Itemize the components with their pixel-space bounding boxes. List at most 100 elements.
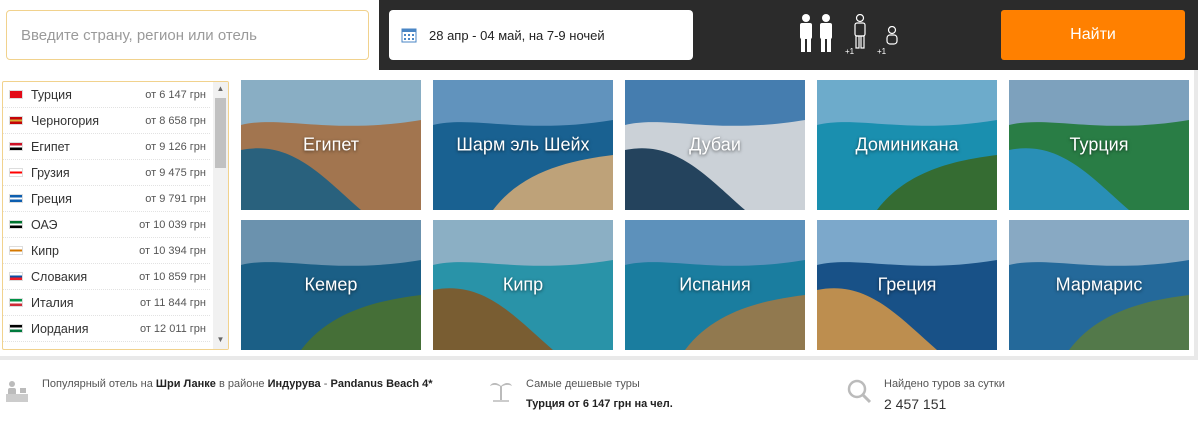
country-name: Черногория [31, 113, 100, 128]
infant-icon [886, 26, 898, 45]
country-item[interactable]: Греция от 9 791 грн [3, 186, 210, 212]
child-selector[interactable]: +1 [845, 14, 873, 56]
country-name: Греция [31, 191, 72, 206]
flag-icon [9, 220, 23, 229]
country-price: от 6 147 грн [145, 88, 206, 101]
country-item[interactable]: Турция от 6 147 грн [3, 82, 210, 108]
country-rows: Турция от 6 147 грн Черногория от 8 658 грн… [3, 82, 228, 350]
popular-hotel-text: Популярный отель на Шри Ланке в районе И… [42, 376, 433, 404]
found-tours-block: Найдено туров за сутки 2 457 151 [846, 368, 1005, 412]
country-name: Болгария [31, 348, 85, 350]
country-name: Турция [31, 87, 72, 102]
search-icon [847, 379, 872, 404]
adult-icon[interactable] [799, 14, 813, 54]
country-name: Иордания [31, 321, 89, 336]
country-price: от 10 859 грн [139, 270, 206, 283]
country-item[interactable]: Египет от 9 126 грн [3, 134, 210, 160]
country-item[interactable]: Черногория от 8 658 грн [3, 108, 210, 134]
destination-tile[interactable]: Египет [241, 80, 421, 210]
country-price: от 8 658 грн [145, 114, 206, 127]
adult-icon[interactable] [819, 14, 833, 54]
palm-tree-icon [490, 382, 512, 402]
flag-icon [9, 168, 23, 177]
country-item[interactable]: Болгария от 12 187 грн [3, 342, 210, 350]
flag-icon [9, 246, 23, 255]
country-item[interactable]: Грузия от 9 475 грн [3, 160, 210, 186]
destination-label: Шарм эль Шейх [456, 134, 590, 155]
infant-plus-label: +1 [877, 47, 887, 56]
country-price: от 9 475 грн [145, 166, 206, 179]
popular-hotel-link[interactable]: Pandanus Beach 4* [330, 378, 432, 390]
popular-region-link[interactable]: Индурува [268, 378, 321, 390]
destination-label: Кемер [304, 274, 358, 295]
popular-hotel-block: Популярный отель на Шри Ланке в районе И… [4, 368, 433, 404]
search-input[interactable] [21, 26, 354, 44]
destination-label: Турция [1069, 134, 1129, 155]
popular-mid: в районе [218, 378, 265, 390]
country-price: от 10 394 грн [139, 244, 206, 257]
country-item[interactable]: Италия от 11 844 грн [3, 290, 210, 316]
flag-icon [9, 116, 23, 125]
popular-dash: - [323, 378, 328, 390]
destination-tile[interactable]: Дубаи [625, 80, 805, 210]
flag-icon [9, 142, 23, 151]
country-list[interactable]: Турция от 6 147 грн Черногория от 8 658 грн… [2, 81, 229, 350]
destination-tile[interactable]: Испания [625, 220, 805, 350]
destination-tile[interactable]: Доминикана [817, 80, 997, 210]
country-price: от 11 844 грн [139, 296, 206, 309]
cheapest-title: Самые дешевые туры [526, 378, 640, 390]
destination-tile[interactable]: Мармарис [1009, 220, 1189, 350]
country-item[interactable]: Кипр от 10 394 грн [3, 238, 210, 264]
country-name: Италия [31, 295, 74, 310]
child-plus-label: +1 [845, 47, 855, 56]
destination-tile[interactable]: Турция [1009, 80, 1189, 210]
found-title: Найдено туров за сутки [884, 378, 1005, 390]
search-bar: 28 апр - 04 май, на 7-9 ночей +1 [0, 0, 1198, 70]
destination-label: Мармарис [1055, 274, 1143, 295]
country-item[interactable]: ОАЭ от 10 039 грн [3, 212, 210, 238]
country-price: от 9 126 грн [145, 140, 206, 153]
scroll-thumb[interactable] [215, 98, 226, 168]
date-range-text: 28 апр - 04 май, на 7-9 ночей [429, 27, 605, 43]
country-name: Кипр [31, 243, 59, 258]
destination-tile[interactable]: Кемер [241, 220, 421, 350]
destination-label: Дубаи [689, 134, 741, 155]
flag-icon [9, 298, 23, 307]
popular-prefix: Популярный отель на [42, 378, 153, 390]
search-panel: 28 апр - 04 май, на 7-9 ночей +1 +1 Найт… [379, 0, 1198, 70]
country-item[interactable]: Иордания от 12 011 грн [3, 316, 210, 342]
flag-icon [9, 324, 23, 333]
flag-icon [9, 90, 23, 99]
tourists-selector[interactable]: +1 +1 [799, 14, 901, 56]
scroll-down-arrow-icon[interactable]: ▼ [213, 333, 228, 347]
calendar-icon [401, 28, 417, 43]
find-button[interactable]: Найти [1001, 10, 1185, 60]
popular-country-link[interactable]: Шри Ланке [156, 378, 216, 390]
country-price: от 9 791 грн [145, 192, 206, 205]
destination-label: Греция [877, 274, 937, 295]
scroll-up-arrow-icon[interactable]: ▲ [213, 82, 228, 96]
date-picker[interactable]: 28 апр - 04 май, на 7-9 ночей [389, 10, 693, 60]
infant-selector[interactable]: +1 [877, 14, 901, 56]
found-value: 2 457 151 [884, 396, 947, 412]
destination-tile[interactable]: Кипр [433, 220, 613, 350]
cheapest-value[interactable]: Турция от 6 147 грн на чел. [526, 398, 673, 410]
flag-icon [9, 272, 23, 281]
search-field[interactable] [6, 10, 369, 60]
cheapest-tours-block: Самые дешевые туры Турция от 6 147 грн н… [488, 368, 673, 412]
info-footer: Популярный отель на Шри Ланке в районе И… [0, 368, 1198, 422]
scrollbar[interactable]: ▲ ▼ [213, 82, 228, 349]
country-price: от 10 039 грн [139, 218, 206, 231]
country-name: Грузия [31, 165, 70, 180]
country-name: Египет [31, 139, 70, 154]
country-name: ОАЭ [31, 217, 58, 232]
destination-label: Доминикана [855, 134, 959, 155]
destination-label: Кипр [502, 274, 544, 295]
destination-label: Испания [679, 274, 751, 295]
country-name: Словакия [31, 269, 88, 284]
destination-tile[interactable]: Шарм эль Шейх [433, 80, 613, 210]
country-item[interactable]: Словакия от 10 859 грн [3, 264, 210, 290]
flag-icon [9, 194, 23, 203]
country-price: от 12 011 грн [139, 322, 206, 335]
destination-tile[interactable]: Греция [817, 220, 997, 350]
